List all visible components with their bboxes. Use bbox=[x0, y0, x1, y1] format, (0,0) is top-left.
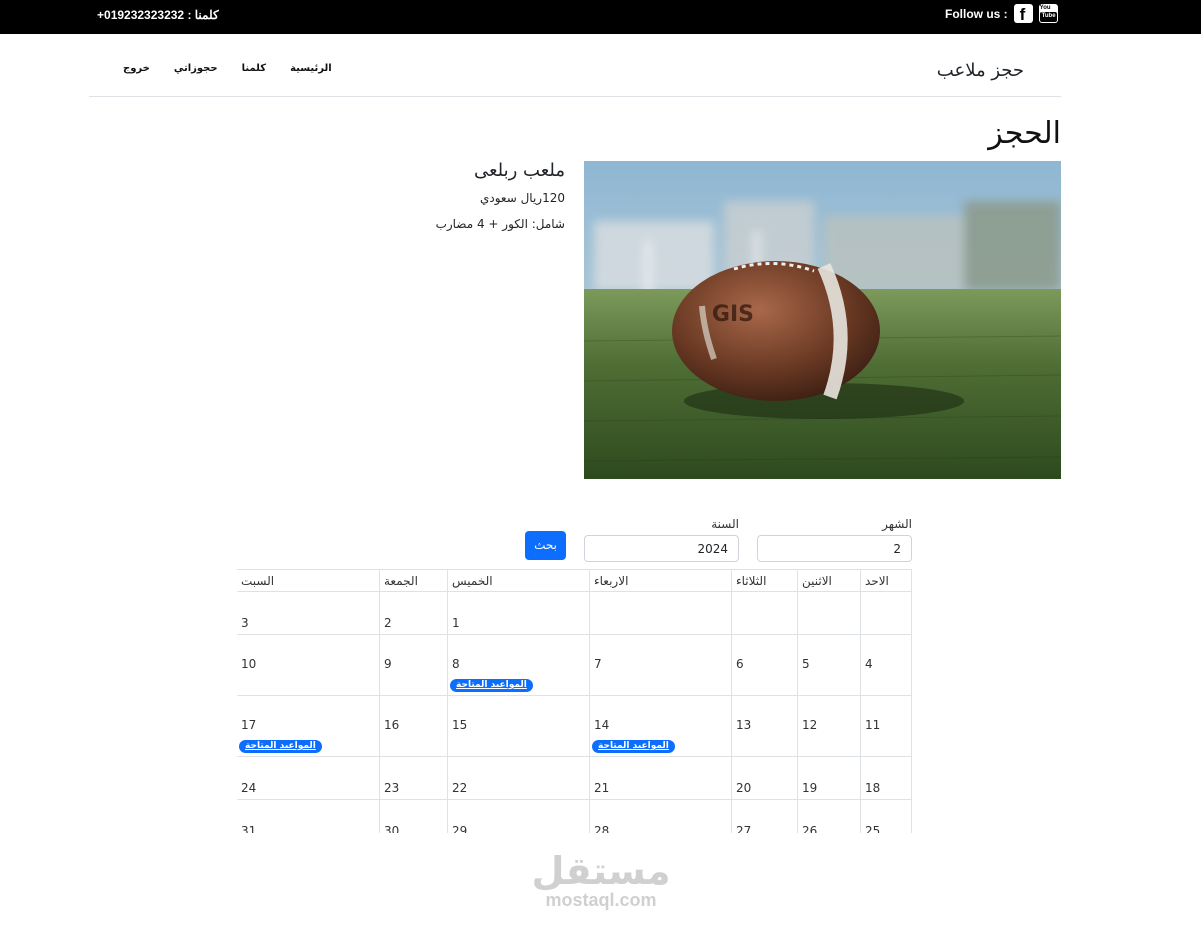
available-slots-badge[interactable]: المواعيد المتاحة bbox=[592, 740, 675, 753]
calendar-week: 1 2 3 bbox=[237, 591, 912, 635]
calendar-day: 14 المواعيد المتاحة bbox=[589, 695, 732, 757]
calendar-day: 28 bbox=[589, 799, 732, 833]
field-price: 120ريال سعودي bbox=[479, 191, 565, 205]
calendar-day: 6 bbox=[731, 634, 798, 696]
calendar-day: 31 bbox=[237, 799, 380, 833]
contact-phone: كلمنا : 019232323232+ bbox=[97, 8, 219, 22]
nav-my-bookings[interactable]: حجوزاتي bbox=[174, 63, 218, 74]
calendar-header: الاثنين bbox=[797, 569, 861, 592]
calendar-day: 1 bbox=[447, 591, 590, 635]
calendar-day: 24 bbox=[237, 756, 380, 800]
available-slots-badge[interactable]: المواعيد المتاحة bbox=[450, 679, 533, 692]
youtube-icon[interactable]: You Tube bbox=[1038, 4, 1058, 23]
calendar-day: 4 bbox=[860, 634, 912, 696]
brand-logo[interactable]: حجز ملاعب bbox=[937, 60, 1024, 81]
search-button[interactable]: بحث bbox=[525, 531, 566, 560]
calendar-header: السبت bbox=[237, 569, 380, 592]
calendar-day: 11 bbox=[860, 695, 912, 757]
calendar-day: 10 bbox=[237, 634, 380, 696]
calendar-day: 16 bbox=[379, 695, 448, 757]
field-includes: شامل: الكور + 4 مضارب bbox=[435, 217, 565, 231]
calendar-header: الاحد bbox=[860, 569, 912, 592]
calendar-week: 25 26 27 28 29 30 31 bbox=[237, 799, 912, 833]
calendar-week: 11 12 13 14 المواعيد المتاحة 15 16 17 المو… bbox=[237, 695, 912, 757]
available-slots-badge[interactable]: المواعيد المتاحة bbox=[239, 740, 322, 753]
nav-logout[interactable]: خروج bbox=[123, 63, 150, 74]
nav-home[interactable]: الرئيسية bbox=[290, 63, 332, 74]
calendar-day: 12 bbox=[797, 695, 861, 757]
follow-us: Follow us : f You Tube bbox=[945, 4, 1064, 24]
calendar-day: 30 bbox=[379, 799, 448, 833]
calendar-day: 8 المواعيد المتاحة bbox=[447, 634, 590, 696]
calendar-day: 2 bbox=[379, 591, 448, 635]
nav-contact[interactable]: كلمنا bbox=[242, 63, 266, 74]
calendar-day: 3 bbox=[237, 591, 380, 635]
month-label: الشهر bbox=[882, 517, 912, 531]
calendar-week: 4 5 6 7 8 المواعيد المتاحة 9 10 bbox=[237, 634, 912, 696]
field-photo: GIS bbox=[584, 161, 1061, 479]
nav-links: الرئيسية كلمنا حجوزاتي خروج bbox=[99, 63, 332, 74]
calendar-day: 19 bbox=[797, 756, 861, 800]
calendar-day bbox=[860, 591, 912, 635]
facebook-icon[interactable]: f bbox=[1013, 4, 1033, 24]
calendar-day: 23 bbox=[379, 756, 448, 800]
year-label: السنة bbox=[711, 517, 739, 531]
calendar-day bbox=[589, 591, 732, 635]
watermark-arabic: مستقل bbox=[531, 849, 671, 893]
navbar: حجز ملاعب الرئيسية كلمنا حجوزاتي خروج bbox=[89, 34, 1061, 97]
watermark: مستقل mostaql.com bbox=[528, 852, 674, 910]
calendar-day: 18 bbox=[860, 756, 912, 800]
calendar-header-row: الاحد الاثنين الثلاثاء الاربعاء الخميس ا… bbox=[237, 569, 912, 592]
calendar-day: 5 bbox=[797, 634, 861, 696]
follow-label: Follow us : bbox=[945, 6, 1008, 21]
calendar-header: الخميس bbox=[447, 569, 590, 592]
calendar-day bbox=[797, 591, 861, 635]
calendar-day: 25 bbox=[860, 799, 912, 833]
calendar-day: 27 bbox=[731, 799, 798, 833]
calendar-day: 29 bbox=[447, 799, 590, 833]
calendar-day: 26 bbox=[797, 799, 861, 833]
calendar-day: 17 المواعيد المتاحة bbox=[237, 695, 380, 757]
field-info: ملعب ربلعى 120ريال سعودي شامل: الكور + 4… bbox=[436, 160, 565, 231]
watermark-latin: mostaql.com bbox=[545, 890, 657, 910]
calendar-day: 7 bbox=[589, 634, 732, 696]
calendar-day: 9 bbox=[379, 634, 448, 696]
calendar-header: الاربعاء bbox=[589, 569, 732, 592]
calendar-table: الاحد الاثنين الثلاثاء الاربعاء الخميس ا… bbox=[237, 569, 912, 833]
page-title: الحجز bbox=[988, 116, 1061, 151]
calendar-week: 18 19 20 21 22 23 24 bbox=[237, 756, 912, 800]
calendar-day bbox=[731, 591, 798, 635]
calendar-day: 20 bbox=[731, 756, 798, 800]
top-bar: Follow us : f You Tube كلمنا : 019232323… bbox=[0, 0, 1201, 34]
calendar-header: الثلاثاء bbox=[731, 569, 798, 592]
month-input[interactable]: 2 bbox=[757, 535, 912, 562]
svg-text:GIS: GIS bbox=[712, 302, 754, 327]
calendar-day: 22 bbox=[447, 756, 590, 800]
field-name: ملعب ربلعى bbox=[473, 160, 565, 181]
calendar: الاحد الاثنين الثلاثاء الاربعاء الخميس ا… bbox=[237, 569, 912, 833]
year-input[interactable]: 2024 bbox=[584, 535, 739, 562]
calendar-day: 15 bbox=[447, 695, 590, 757]
calendar-day: 21 bbox=[589, 756, 732, 800]
calendar-day: 13 bbox=[731, 695, 798, 757]
calendar-header: الجمعة bbox=[379, 569, 448, 592]
